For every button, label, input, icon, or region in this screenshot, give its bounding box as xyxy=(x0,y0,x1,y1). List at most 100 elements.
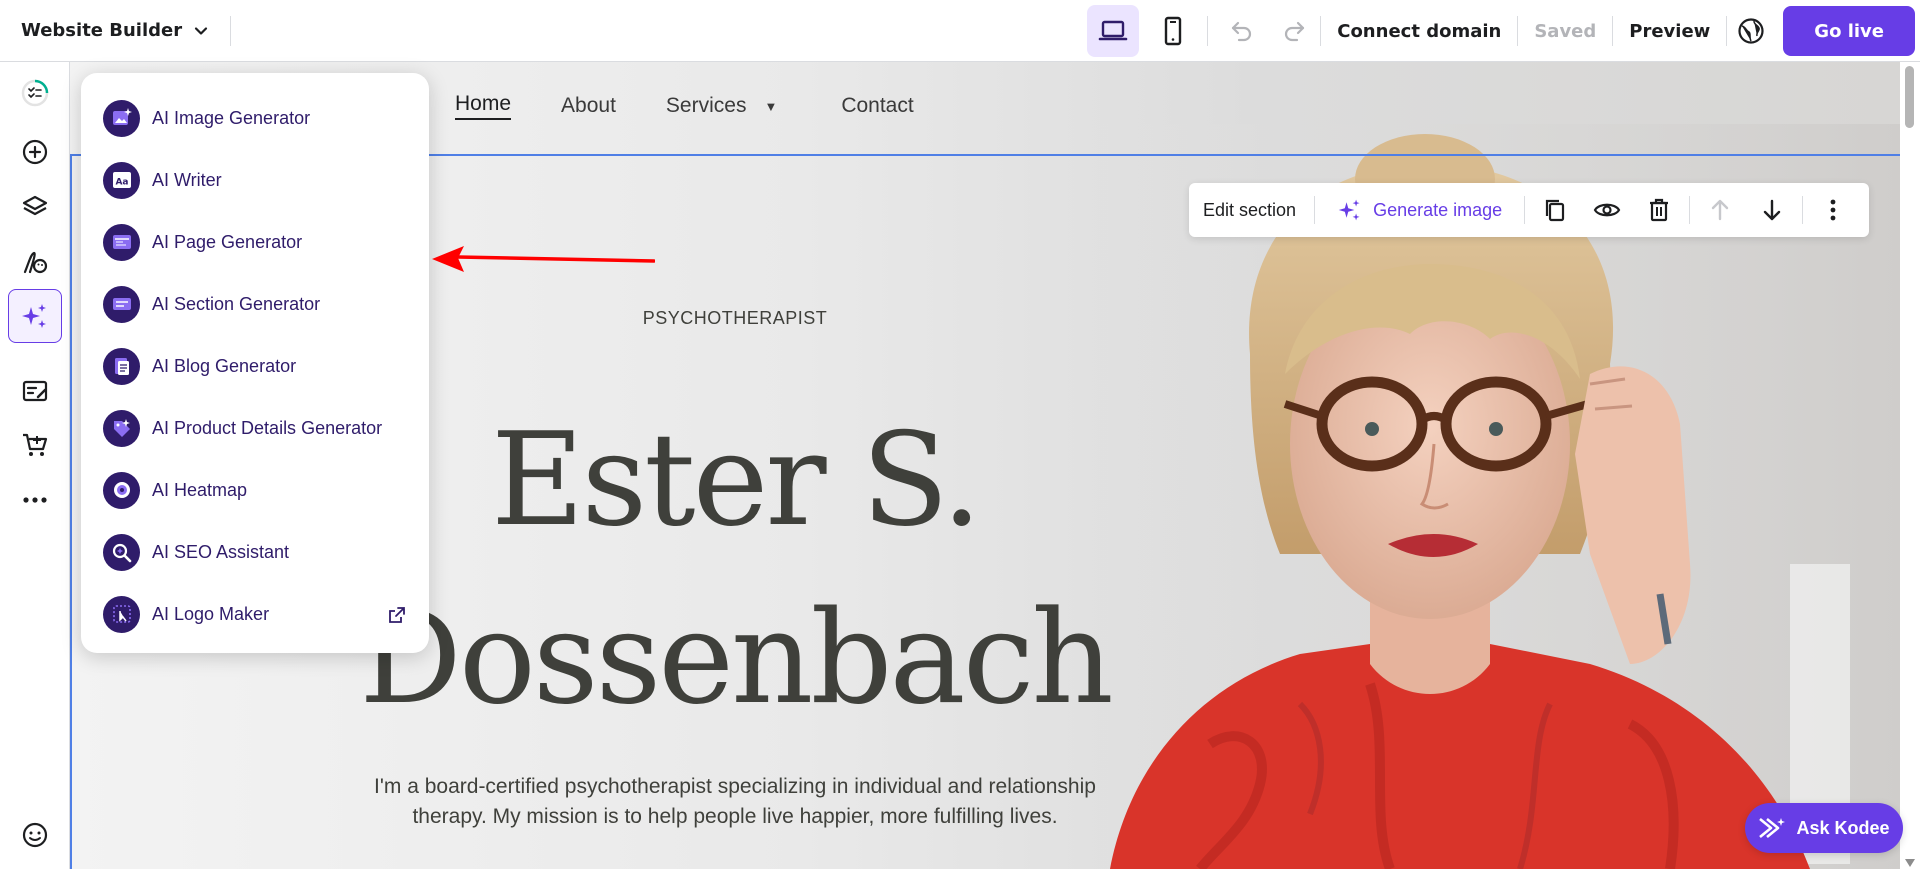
ai-menu-item-seo-assistant[interactable]: AI SEO Assistant xyxy=(81,521,429,583)
ai-menu-label: AI SEO Assistant xyxy=(152,541,290,562)
nav-contact[interactable]: Contact xyxy=(841,94,913,118)
connect-domain-button[interactable]: Connect domain xyxy=(1321,21,1517,42)
eye-icon xyxy=(1593,203,1621,217)
edit-section-button[interactable]: Edit section xyxy=(1189,183,1310,237)
hero-description: I'm a board-certified psychotherapist sp… xyxy=(270,772,1200,832)
ai-menu-item-section-generator[interactable]: AI Section Generator xyxy=(81,273,429,335)
undo-button[interactable] xyxy=(1216,5,1268,57)
sidebar-item-ai-tools[interactable] xyxy=(8,289,62,343)
sidebar-item-add-section[interactable] xyxy=(10,127,60,177)
ask-kodee-label: Ask Kodee xyxy=(1796,817,1890,838)
ai-menu-label: AI Heatmap xyxy=(152,479,248,500)
ai-menu-label: AI Section Generator xyxy=(152,293,321,314)
ai-blog-icon xyxy=(103,347,140,385)
edit-list-icon xyxy=(22,380,48,402)
copy-icon xyxy=(1546,199,1565,222)
preview-button[interactable]: Preview xyxy=(1613,21,1726,42)
divider xyxy=(1524,196,1526,224)
ai-image-icon xyxy=(103,99,140,137)
generate-image-button[interactable]: Generate image xyxy=(1319,183,1520,237)
globe-icon xyxy=(1738,18,1764,44)
divider xyxy=(1802,196,1804,224)
saved-status: Saved xyxy=(1534,20,1597,42)
left-sidebar xyxy=(0,62,70,869)
nav-about[interactable]: About xyxy=(561,94,616,118)
ai-menu-item-heatmap[interactable]: AI Heatmap xyxy=(81,459,429,521)
site-navigation: Home About Services ▼ Contact xyxy=(455,92,964,120)
desktop-view-button[interactable] xyxy=(1087,5,1140,57)
sparkles-icon xyxy=(22,304,46,328)
redo-button[interactable] xyxy=(1268,5,1320,57)
delete-section-button[interactable] xyxy=(1633,183,1685,237)
ai-menu-item-logo-maker[interactable]: AI Logo Maker xyxy=(81,583,429,645)
ask-kodee-button[interactable]: Ask Kodee xyxy=(1745,803,1903,853)
mobile-icon xyxy=(1165,16,1182,46)
sidebar-item-more[interactable] xyxy=(10,475,60,525)
layers-icon xyxy=(22,195,48,216)
kodee-icon xyxy=(1759,817,1786,839)
duplicate-section-button[interactable] xyxy=(1529,183,1581,237)
hero-desc-line1: I'm a board-certified psychotherapist sp… xyxy=(374,775,1096,798)
divider xyxy=(1207,16,1209,46)
sidebar-item-blog[interactable] xyxy=(10,366,60,416)
trash-icon xyxy=(1650,198,1669,222)
ai-menu-label: AI Writer xyxy=(152,169,222,190)
sidebar-item-layers[interactable] xyxy=(10,182,60,232)
hero-desc-line2: therapy. My mission is to help people li… xyxy=(412,805,1058,828)
ai-menu-item-blog-generator[interactable]: AI Blog Generator xyxy=(81,335,429,397)
caret-down-icon: ▼ xyxy=(764,98,778,114)
ai-page-icon xyxy=(103,223,140,261)
brand-label: Website Builder xyxy=(21,20,183,41)
scroll-down-arrow-icon[interactable] xyxy=(1905,859,1915,867)
ai-heatmap-icon xyxy=(103,471,140,509)
external-link-icon xyxy=(389,607,405,623)
canvas-scrollbar[interactable] xyxy=(1900,62,1920,869)
ai-menu-item-image-generator[interactable]: AI Image Generator xyxy=(81,87,429,149)
divider xyxy=(230,15,232,46)
ai-menu-item-product-details-generator[interactable]: AI Product Details Generator xyxy=(81,397,429,459)
ai-menu-label: AI Image Generator xyxy=(152,107,311,128)
ai-logo-icon xyxy=(103,595,140,633)
topbar-actions: Connect domain Saved Preview Go live xyxy=(1087,0,1920,62)
ai-menu-label: AI Page Generator xyxy=(152,231,303,252)
undo-icon xyxy=(1232,21,1252,42)
more-vertical-icon xyxy=(1830,199,1836,221)
ai-writer-icon: Aa xyxy=(103,161,140,199)
move-down-button[interactable] xyxy=(1746,183,1798,237)
sidebar-item-store[interactable] xyxy=(10,420,60,470)
redo-icon xyxy=(1285,21,1305,42)
section-toolbar: Edit section Generate image xyxy=(1189,183,1869,237)
nav-services[interactable]: Services xyxy=(666,94,747,118)
svg-text:Aa: Aa xyxy=(115,178,128,188)
smiley-face-icon xyxy=(22,822,48,848)
go-live-button[interactable]: Go live xyxy=(1783,6,1915,56)
cart-icon xyxy=(23,433,48,456)
ai-menu-label: AI Product Details Generator xyxy=(152,417,383,438)
annotation-arrow xyxy=(432,246,655,272)
ai-menu-label: AI Logo Maker xyxy=(152,603,270,624)
language-button[interactable] xyxy=(1727,5,1775,57)
hide-section-button[interactable] xyxy=(1581,183,1633,237)
website-builder-menu[interactable]: Website Builder xyxy=(0,0,210,61)
chevron-down-icon xyxy=(195,26,208,35)
sidebar-item-checklist[interactable] xyxy=(10,68,60,118)
divider xyxy=(1314,196,1316,224)
ai-menu-item-page-generator[interactable]: AI Page Generator xyxy=(81,211,429,273)
more-horizontal-icon xyxy=(23,497,47,503)
sparkles-icon xyxy=(1338,199,1360,221)
sidebar-item-accessibility[interactable] xyxy=(10,810,60,860)
ai-menu-item-writer[interactable]: Aa AI Writer xyxy=(81,149,429,211)
laptop-icon xyxy=(1098,20,1128,41)
divider xyxy=(1689,196,1691,224)
nav-home[interactable]: Home xyxy=(455,92,512,120)
scrollbar-thumb[interactable] xyxy=(1905,66,1914,128)
ai-seo-icon xyxy=(103,533,140,571)
move-up-button[interactable] xyxy=(1694,183,1746,237)
mobile-view-button[interactable] xyxy=(1147,5,1199,57)
checklist-progress-icon xyxy=(21,79,49,107)
arrow-down-icon xyxy=(1763,199,1781,221)
section-more-button[interactable] xyxy=(1807,183,1859,237)
arrow-up-icon xyxy=(1711,199,1729,221)
sidebar-item-styles[interactable] xyxy=(10,237,60,287)
ai-tools-menu: AI Image Generator Aa AI Writer AI Page … xyxy=(81,73,429,653)
